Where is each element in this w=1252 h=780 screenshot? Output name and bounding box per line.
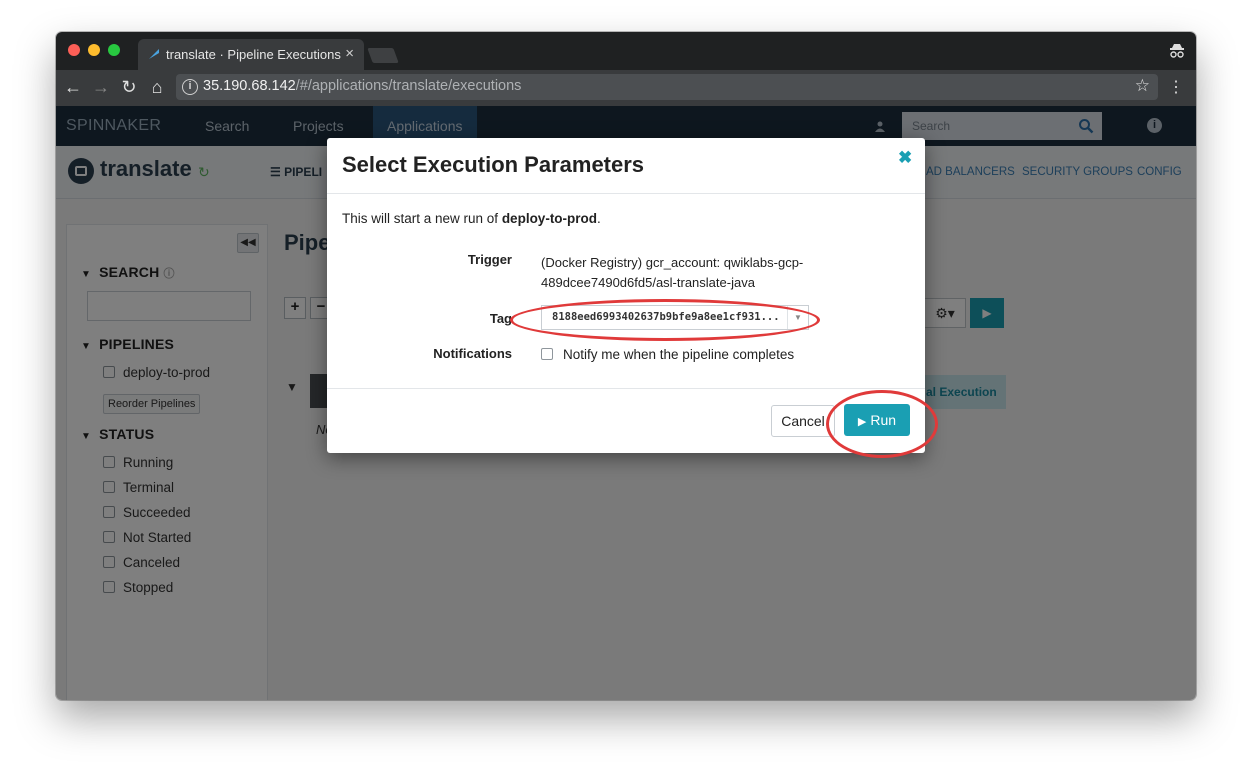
divider <box>327 388 925 389</box>
trigger-value: (Docker Registry) gcr_account: qwiklabs-… <box>541 255 804 290</box>
notify-checkbox[interactable]: Notify me when the pipeline completes <box>541 347 794 362</box>
browser-menu-icon[interactable]: ⋮ <box>1168 77 1184 99</box>
tab-strip: translate · Pipeline Executions × <box>56 32 1196 70</box>
tag-select[interactable]: 8188eed6993402637b9bfe9a8ee1cf931... ▼ <box>541 305 809 330</box>
url-text: 35.190.68.142/#/applications/translate/e… <box>203 78 522 94</box>
divider <box>327 193 925 194</box>
trigger-label: Trigger <box>467 252 512 267</box>
maximize-window-button[interactable] <box>108 44 120 56</box>
modal-title: Select Execution Parameters <box>342 152 645 177</box>
bookmark-star-icon[interactable]: ☆ <box>1135 76 1150 96</box>
incognito-icon <box>1170 44 1184 58</box>
tab-title: translate · Pipeline Executions <box>166 47 341 62</box>
tag-value: 8188eed6993402637b9bfe9a8ee1cf931... <box>552 311 780 323</box>
browser-tab[interactable]: translate · Pipeline Executions × <box>138 39 364 70</box>
forward-arrow-icon[interactable]: → <box>90 76 112 98</box>
modal-intro-text: This will start a new run of deploy-to-p… <box>342 211 601 226</box>
run-button[interactable]: ▶ Run <box>844 404 910 436</box>
caret-down-icon[interactable]: ▼ <box>787 306 808 329</box>
play-icon: ▶ <box>857 416 867 428</box>
tag-label: Tag <box>489 311 512 326</box>
cancel-button[interactable]: Cancel <box>771 405 835 437</box>
back-arrow-icon[interactable]: ← <box>62 76 84 98</box>
notifications-label: Notifications <box>433 346 512 361</box>
home-icon[interactable]: ⌂ <box>146 76 168 98</box>
address-bar[interactable]: i 35.190.68.142/#/applications/translate… <box>176 74 1158 100</box>
new-tab-button[interactable] <box>367 48 399 63</box>
minimize-window-button[interactable] <box>88 44 100 56</box>
site-info-icon[interactable]: i <box>182 79 198 95</box>
tab-close-icon[interactable]: × <box>345 45 354 62</box>
close-window-button[interactable] <box>68 44 80 56</box>
close-icon[interactable]: ✖ <box>898 148 912 168</box>
execution-parameters-modal: Select Execution Parameters ✖ This will … <box>327 138 925 453</box>
reload-icon[interactable]: ↻ <box>118 76 140 98</box>
browser-toolbar: ← → ↻ ⌂ i 35.190.68.142/#/applications/t… <box>56 70 1196 106</box>
spinnaker-favicon-icon <box>149 49 159 59</box>
